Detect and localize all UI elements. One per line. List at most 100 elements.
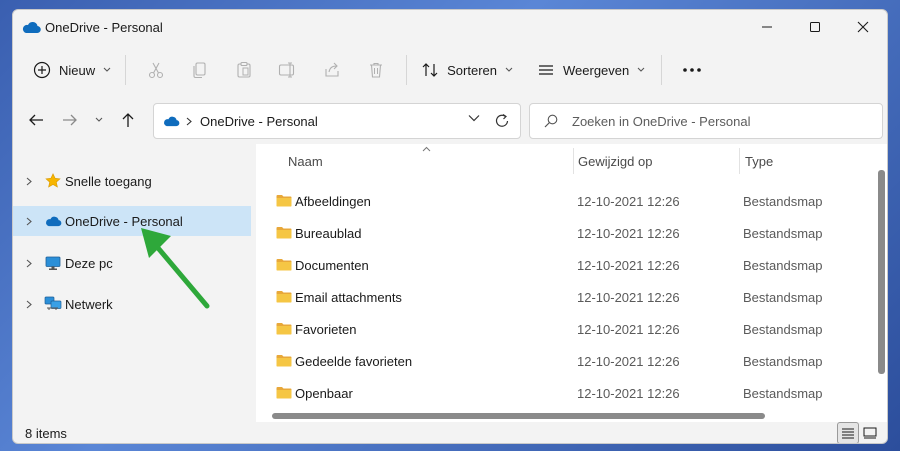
file-type: Bestandsmap bbox=[743, 321, 823, 337]
sort-label: Sorteren bbox=[447, 62, 497, 78]
recent-locations-button[interactable] bbox=[87, 105, 111, 135]
tiles-view-icon bbox=[863, 427, 877, 439]
address-bar[interactable]: OneDrive - Personal bbox=[153, 103, 521, 139]
forward-button[interactable] bbox=[53, 105, 87, 135]
file-type: Bestandsmap bbox=[743, 225, 823, 241]
folder-icon bbox=[276, 387, 292, 399]
new-label: Nieuw bbox=[59, 62, 96, 78]
window-title: OneDrive - Personal bbox=[45, 19, 163, 35]
file-list: Naam Gewijzigd op Type Afbeeldingen 12-10… bbox=[256, 144, 887, 422]
file-modified: 12-10-2021 12:26 bbox=[577, 321, 680, 337]
window-controls bbox=[743, 10, 887, 44]
table-row[interactable]: Email attachments 12-10-2021 12:26 Bestand… bbox=[256, 281, 871, 313]
file-name: Bureaublad bbox=[295, 225, 362, 241]
table-row[interactable]: Favorieten 12-10-2021 12:26 Bestandsmap bbox=[256, 313, 871, 345]
chevron-down-icon bbox=[637, 67, 645, 72]
table-row[interactable]: Openbaar 12-10-2021 12:26 Bestandsmap bbox=[256, 377, 871, 409]
scrollbar-thumb[interactable] bbox=[272, 413, 765, 419]
close-icon bbox=[857, 21, 869, 33]
folder-icon bbox=[276, 355, 292, 367]
close-button[interactable] bbox=[839, 10, 887, 44]
view-lines-icon bbox=[539, 65, 553, 75]
address-row: OneDrive - Personal Zoeken in OneDrive -… bbox=[13, 96, 887, 144]
annotation-arrow bbox=[141, 228, 210, 309]
table-row[interactable]: Afbeeldingen 12-10-2021 12:26 Bestandsmap bbox=[256, 185, 871, 217]
view-toggles bbox=[837, 422, 881, 443]
file-modified: 12-10-2021 12:26 bbox=[577, 193, 680, 209]
up-button[interactable] bbox=[111, 105, 145, 135]
onedrive-cloud-icon bbox=[164, 116, 180, 127]
folder-icon bbox=[276, 291, 292, 303]
file-type: Bestandsmap bbox=[743, 385, 823, 401]
new-button[interactable]: Nieuw bbox=[27, 52, 117, 88]
horizontal-scrollbar[interactable] bbox=[256, 408, 874, 422]
more-options-button[interactable] bbox=[670, 52, 714, 88]
file-modified: 12-10-2021 12:26 bbox=[577, 353, 680, 369]
scrollbar-thumb[interactable] bbox=[878, 170, 885, 374]
table-row[interactable]: Bureaublad 12-10-2021 12:26 Bestandsmap bbox=[256, 217, 871, 249]
title-bar[interactable]: OneDrive - Personal bbox=[13, 10, 887, 44]
chevron-down-icon[interactable] bbox=[468, 114, 480, 122]
chevron-right-icon[interactable] bbox=[23, 259, 35, 268]
chevron-down-icon bbox=[95, 117, 103, 122]
status-bar: 8 items bbox=[13, 422, 887, 443]
delete-button[interactable] bbox=[354, 52, 398, 88]
chevron-right-icon[interactable] bbox=[23, 300, 35, 309]
details-view-icon bbox=[842, 428, 854, 439]
trash-icon bbox=[370, 62, 383, 78]
tiles-view-button[interactable] bbox=[859, 422, 881, 443]
sort-button[interactable]: Sorteren bbox=[415, 52, 519, 88]
separator bbox=[406, 55, 408, 85]
cloud-icon bbox=[43, 212, 63, 230]
arrow-left-icon bbox=[29, 114, 43, 126]
chevron-right-icon[interactable] bbox=[186, 117, 192, 126]
onedrive-cloud-icon bbox=[22, 21, 41, 34]
copy-button[interactable] bbox=[178, 52, 222, 88]
share-button[interactable] bbox=[310, 52, 354, 88]
file-name: Afbeeldingen bbox=[295, 193, 371, 209]
command-bar: Nieuw Sorteren Weergeven bbox=[13, 44, 887, 96]
file-name: Favorieten bbox=[295, 321, 357, 337]
search-icon bbox=[544, 114, 558, 128]
separator bbox=[125, 55, 127, 85]
file-modified: 12-10-2021 12:26 bbox=[577, 225, 680, 241]
maximize-button[interactable] bbox=[791, 10, 839, 44]
copy-icon bbox=[193, 62, 206, 79]
breadcrumb[interactable]: OneDrive - Personal bbox=[200, 114, 318, 129]
sort-ascending-icon bbox=[422, 146, 431, 152]
view-button[interactable]: Weergeven bbox=[531, 52, 651, 88]
share-icon bbox=[325, 62, 339, 77]
arrow-right-icon bbox=[63, 114, 77, 126]
nav-item-label: Deze pc bbox=[65, 255, 113, 271]
star-icon bbox=[43, 172, 63, 190]
item-count: 8 items bbox=[25, 426, 67, 441]
back-button[interactable] bbox=[19, 105, 53, 135]
chevron-right-icon[interactable] bbox=[23, 217, 35, 226]
column-divider[interactable] bbox=[739, 148, 740, 174]
file-modified: 12-10-2021 12:26 bbox=[577, 289, 680, 305]
chevron-right-icon[interactable] bbox=[23, 177, 35, 186]
table-row[interactable]: Gedeelde favorieten 12-10-2021 12:26 Besta… bbox=[256, 345, 871, 377]
file-type: Bestandsmap bbox=[743, 257, 823, 273]
column-name-label: Naam bbox=[288, 153, 323, 169]
separator bbox=[661, 55, 663, 85]
rename-button[interactable] bbox=[266, 52, 310, 88]
cut-button[interactable] bbox=[134, 52, 178, 88]
column-header-modified[interactable]: Gewijzigd op bbox=[578, 144, 738, 178]
search-placeholder: Zoeken in OneDrive - Personal bbox=[572, 113, 751, 129]
table-row[interactable]: Documenten 12-10-2021 12:26 Bestandsmap bbox=[256, 249, 871, 281]
minimize-button[interactable] bbox=[743, 10, 791, 44]
search-input[interactable]: Zoeken in OneDrive - Personal bbox=[529, 103, 883, 139]
details-view-button[interactable] bbox=[837, 422, 859, 443]
nav-item-quick-access[interactable]: Snelle toegang bbox=[13, 166, 251, 196]
folder-icon bbox=[276, 259, 292, 271]
column-divider[interactable] bbox=[573, 148, 574, 174]
folder-icon bbox=[276, 227, 292, 239]
network-icon bbox=[43, 295, 63, 313]
paste-button[interactable] bbox=[222, 52, 266, 88]
column-header-type[interactable]: Type bbox=[745, 144, 855, 178]
vertical-scrollbar[interactable] bbox=[876, 144, 886, 408]
file-modified: 12-10-2021 12:26 bbox=[577, 385, 680, 401]
scissors-icon bbox=[149, 62, 164, 79]
refresh-icon[interactable] bbox=[494, 113, 510, 129]
